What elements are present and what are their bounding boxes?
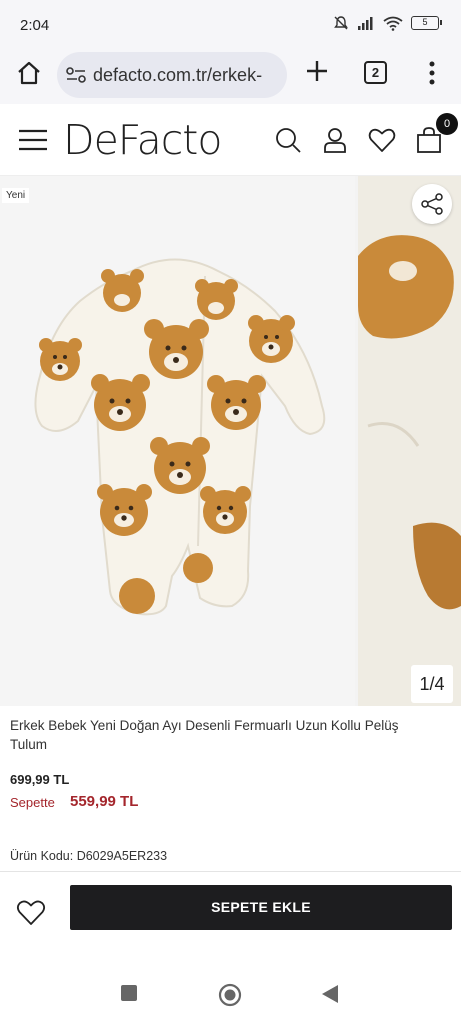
site-logo[interactable]: DeFacto <box>63 116 222 164</box>
home-circle-icon[interactable] <box>218 983 242 1007</box>
buy-bar: SEPETE EKLE <box>0 871 461 947</box>
image-counter: 1/4 <box>411 665 453 703</box>
tab-switcher-button[interactable]: 2 <box>364 61 387 84</box>
signal-icon <box>358 17 373 30</box>
baby-jumpsuit-image <box>34 258 326 616</box>
share-icon[interactable] <box>412 184 452 224</box>
status-icons: 5 <box>333 15 442 31</box>
address-bar[interactable]: defacto.com.tr/erkek- <box>57 52 287 98</box>
product-secondary-image[interactable] <box>358 176 461 706</box>
site-settings-icon[interactable] <box>65 64 87 86</box>
add-to-cart-button[interactable]: SEPETE EKLE <box>70 885 452 930</box>
product-code: Ürün Kodu: D6029A5ER233 <box>10 849 168 863</box>
search-icon[interactable] <box>274 126 302 154</box>
fabric-closeup-image <box>358 176 461 706</box>
new-tab-icon[interactable] <box>302 56 332 86</box>
product-main-image[interactable]: Yeni <box>0 176 355 706</box>
status-time: 2:04 <box>20 17 50 34</box>
favorites-heart-icon[interactable] <box>368 126 396 154</box>
product-title: Erkek Bebek Yeni Doğan Ayı Desenli Fermu… <box>10 718 399 752</box>
wifi-icon <box>383 16 403 31</box>
home-icon[interactable] <box>14 58 44 88</box>
browser-toolbar: defacto.com.tr/erkek- 2 <box>0 46 461 104</box>
site-header: DeFacto <box>0 104 461 176</box>
cart-discount-label: Sepette <box>10 795 55 810</box>
cart-count-badge: 0 <box>436 113 458 135</box>
system-nav-bar <box>0 960 461 1024</box>
recent-apps-icon[interactable] <box>120 984 138 1002</box>
account-icon[interactable] <box>321 126 349 154</box>
url-text: defacto.com.tr/erkek- <box>93 65 263 85</box>
new-badge: Yeni <box>2 188 30 203</box>
hamburger-menu-icon[interactable] <box>18 127 48 153</box>
status-bar: 2:04 5 <box>0 0 461 46</box>
cart-discount-price: 559,99 TL <box>70 793 139 810</box>
add-to-favorites-heart-icon[interactable] <box>16 898 46 926</box>
back-triangle-icon[interactable] <box>321 984 339 1004</box>
battery-icon: 5 <box>411 16 442 30</box>
mute-icon <box>334 16 348 30</box>
product-gallery[interactable]: Yeni <box>0 176 461 706</box>
more-menu-icon[interactable] <box>422 58 442 88</box>
product-price: 699,99 TL <box>10 772 70 787</box>
